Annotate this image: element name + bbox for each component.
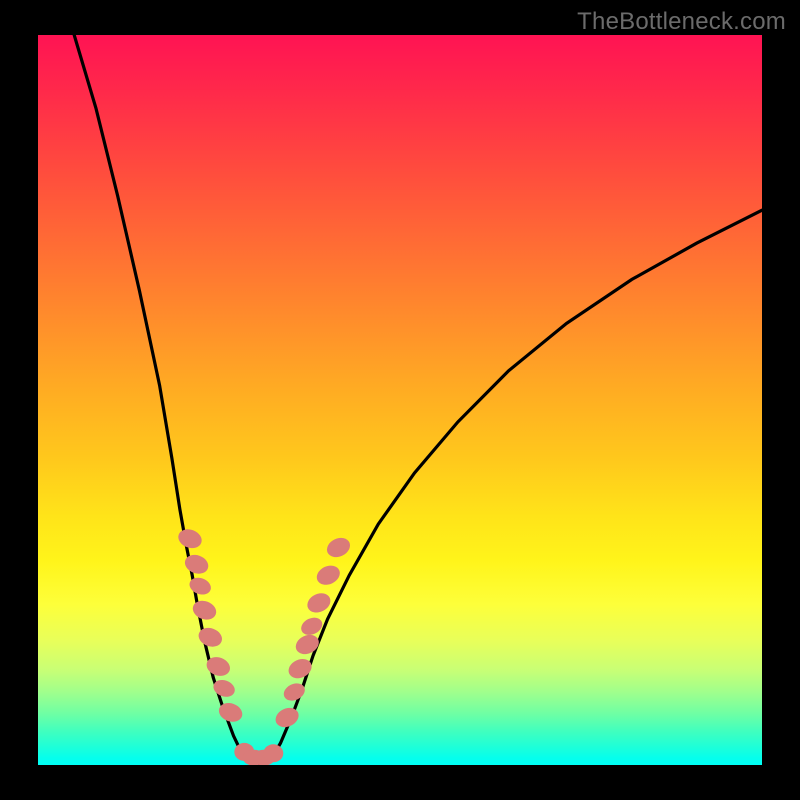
- bead-marker: [176, 526, 205, 551]
- curve-right-branch: [270, 210, 762, 761]
- bead-marker: [304, 590, 333, 616]
- bead-marker: [263, 744, 283, 762]
- bead-marker: [187, 575, 213, 598]
- bead-marker: [196, 625, 225, 650]
- plot-area: [38, 35, 762, 765]
- bead-marker: [293, 631, 322, 657]
- bead-marker: [190, 598, 219, 623]
- watermark-text: TheBottleneck.com: [577, 8, 786, 36]
- bead-marker: [314, 562, 343, 588]
- bead-marker: [272, 704, 301, 730]
- bead-marker: [324, 534, 353, 560]
- curve-left-branch: [74, 35, 250, 761]
- chart-overlay: [38, 35, 762, 765]
- marker-beads: [176, 526, 354, 765]
- bead-marker: [182, 552, 211, 577]
- chart-canvas: TheBottleneck.com: [0, 0, 800, 800]
